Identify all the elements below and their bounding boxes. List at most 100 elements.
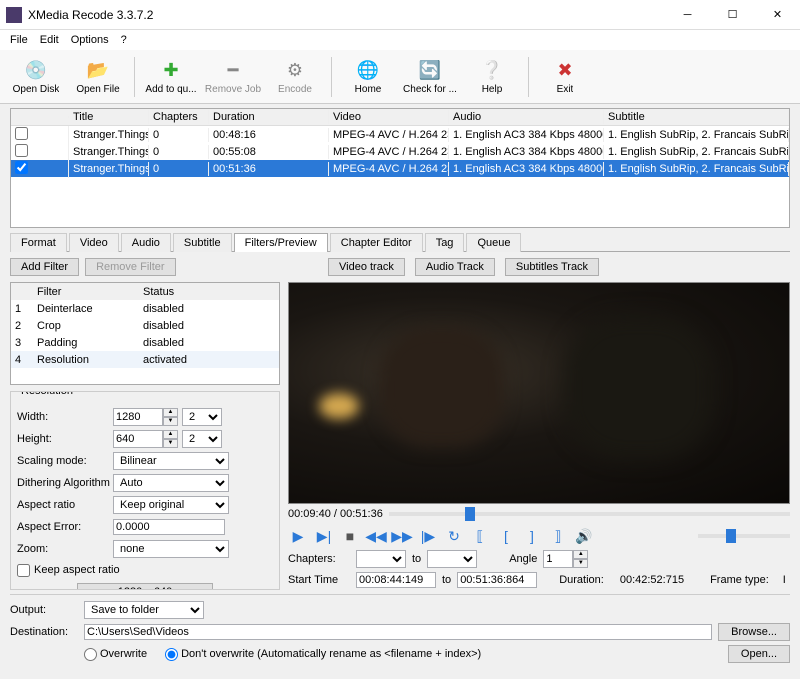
zoom-select[interactable]: none xyxy=(113,540,229,558)
help-icon: ❔ xyxy=(480,58,504,82)
tab-queue[interactable]: Queue xyxy=(466,233,521,252)
folder-icon: 📂 xyxy=(86,58,110,82)
col-title[interactable]: Title xyxy=(69,110,149,124)
col-video[interactable]: Video xyxy=(329,110,449,124)
exit-button[interactable]: ✖Exit xyxy=(535,52,595,102)
mark-in-button[interactable]: ⟦ xyxy=(470,526,490,546)
job-row[interactable]: Stranger.Things...000:51:36MPEG-4 AVC / … xyxy=(11,160,789,177)
app-icon xyxy=(6,7,22,23)
height-step-select[interactable]: 2 xyxy=(182,430,222,448)
width-input[interactable]: ▲▼ xyxy=(113,408,178,426)
angle-input[interactable]: ▲▼ xyxy=(543,550,588,568)
filter-row[interactable]: 2Cropdisabled xyxy=(11,317,279,334)
dimension-display: 1280 x 640 xyxy=(77,583,213,591)
filter-row[interactable]: 4Resolutionactivated xyxy=(11,351,279,368)
time-display: 00:09:40 / 00:51:36 xyxy=(288,508,383,520)
frametype-value: I xyxy=(783,574,786,586)
volume-button[interactable]: 🔊 xyxy=(574,526,594,546)
help-button[interactable]: ❔Help xyxy=(462,52,522,102)
video-track-button[interactable]: Video track xyxy=(328,258,405,276)
overwrite-radio[interactable]: Overwrite xyxy=(84,648,147,661)
menu-help[interactable]: ? xyxy=(115,32,133,48)
remove-job-button: ━Remove Job xyxy=(203,52,263,102)
tab-chapter-editor[interactable]: Chapter Editor xyxy=(330,233,423,252)
loop-button[interactable]: ↻ xyxy=(444,526,464,546)
destination-input[interactable] xyxy=(84,624,712,640)
tab-format[interactable]: Format xyxy=(10,233,67,252)
play-button[interactable]: ▶ xyxy=(288,526,308,546)
plus-icon: ✚ xyxy=(159,58,183,82)
dither-select[interactable]: Auto xyxy=(113,474,229,492)
tab-strip: FormatVideoAudioSubtitleFilters/PreviewC… xyxy=(10,232,790,252)
maximize-button[interactable]: ☐ xyxy=(710,0,755,29)
scaling-select[interactable]: Bilinear xyxy=(113,452,229,470)
tab-tag[interactable]: Tag xyxy=(425,233,465,252)
audio-track-button[interactable]: Audio Track xyxy=(415,258,495,276)
step-forward-button[interactable]: |▶ xyxy=(418,526,438,546)
job-row[interactable]: Stranger.Things...000:55:08MPEG-4 AVC / … xyxy=(11,143,789,160)
volume-slider[interactable] xyxy=(698,534,790,538)
tab-subtitle[interactable]: Subtitle xyxy=(173,233,232,252)
width-step-select[interactable]: 2 xyxy=(182,408,222,426)
toolbar: 💿Open Disk 📂Open File ✚Add to qu... ━Rem… xyxy=(0,50,800,104)
col-subtitle[interactable]: Subtitle xyxy=(604,110,789,124)
mark-in2-button[interactable]: [ xyxy=(496,526,516,546)
window-titlebar: XMedia Recode 3.3.7.2 ─ ☐ ✕ xyxy=(0,0,800,30)
filter-row[interactable]: 3Paddingdisabled xyxy=(11,334,279,351)
menu-bar: File Edit Options ? xyxy=(0,30,800,50)
tab-audio[interactable]: Audio xyxy=(121,233,171,252)
open-file-button[interactable]: 📂Open File xyxy=(68,52,128,102)
check-update-button[interactable]: 🔄Check for ... xyxy=(400,52,460,102)
mark-out2-button[interactable]: ⟧ xyxy=(548,526,568,546)
output-select[interactable]: Save to folder xyxy=(84,601,204,619)
height-input[interactable]: ▲▼ xyxy=(113,430,178,448)
keep-aspect-checkbox[interactable] xyxy=(17,564,30,577)
aspect-select[interactable]: Keep original xyxy=(113,496,229,514)
open-disk-button[interactable]: 💿Open Disk xyxy=(6,52,66,102)
refresh-icon: 🔄 xyxy=(418,58,442,82)
tab-filters-preview[interactable]: Filters/Preview xyxy=(234,233,328,252)
minimize-button[interactable]: ─ xyxy=(665,0,710,29)
menu-options[interactable]: Options xyxy=(65,32,115,48)
close-button[interactable]: ✕ xyxy=(755,0,800,29)
menu-file[interactable]: File xyxy=(4,32,34,48)
col-audio[interactable]: Audio xyxy=(449,110,604,124)
job-grid[interactable]: Title Chapters Duration Video Audio Subt… xyxy=(10,108,790,228)
remove-filter-button: Remove Filter xyxy=(85,258,175,276)
globe-icon: 🌐 xyxy=(356,58,380,82)
dont-overwrite-radio[interactable]: Don't overwrite (Automatically rename as… xyxy=(165,648,481,661)
browse-button[interactable]: Browse... xyxy=(718,623,790,641)
menu-edit[interactable]: Edit xyxy=(34,32,65,48)
open-button[interactable]: Open... xyxy=(728,645,790,663)
resolution-group: Resolution Width:▲▼2 Height:▲▼2 Scaling … xyxy=(10,391,280,591)
chapter-from-select[interactable] xyxy=(356,550,406,568)
start-time-input[interactable] xyxy=(356,572,436,588)
forward-button[interactable]: ▶▶ xyxy=(392,526,412,546)
seek-slider[interactable] xyxy=(389,512,790,516)
minus-icon: ━ xyxy=(221,58,245,82)
rewind-button[interactable]: ◀◀ xyxy=(366,526,386,546)
add-queue-button[interactable]: ✚Add to qu... xyxy=(141,52,201,102)
tab-video[interactable]: Video xyxy=(69,233,119,252)
duration-value: 00:42:52:715 xyxy=(620,574,684,586)
col-duration[interactable]: Duration xyxy=(209,110,329,124)
end-time-input[interactable] xyxy=(457,572,537,588)
mark-out-button[interactable]: ] xyxy=(522,526,542,546)
home-button[interactable]: 🌐Home xyxy=(338,52,398,102)
disc-icon: 💿 xyxy=(24,58,48,82)
filter-row[interactable]: 1Deinterlacedisabled xyxy=(11,300,279,317)
window-title: XMedia Recode 3.3.7.2 xyxy=(28,8,665,22)
next-frame-button[interactable]: ▶| xyxy=(314,526,334,546)
encode-icon: ⚙ xyxy=(283,58,307,82)
subtitles-track-button[interactable]: Subtitles Track xyxy=(505,258,599,276)
encode-button: ⚙Encode xyxy=(265,52,325,102)
exit-icon: ✖ xyxy=(553,58,577,82)
add-filter-button[interactable]: Add Filter xyxy=(10,258,79,276)
chapter-to-select[interactable] xyxy=(427,550,477,568)
job-row[interactable]: Stranger.Things...000:48:16MPEG-4 AVC / … xyxy=(11,126,789,143)
video-preview[interactable] xyxy=(288,282,790,504)
stop-button[interactable]: ■ xyxy=(340,526,360,546)
aspect-error-input[interactable] xyxy=(113,519,225,535)
col-chapters[interactable]: Chapters xyxy=(149,110,209,124)
filter-table[interactable]: Filter Status 1Deinterlacedisabled2Cropd… xyxy=(10,282,280,385)
